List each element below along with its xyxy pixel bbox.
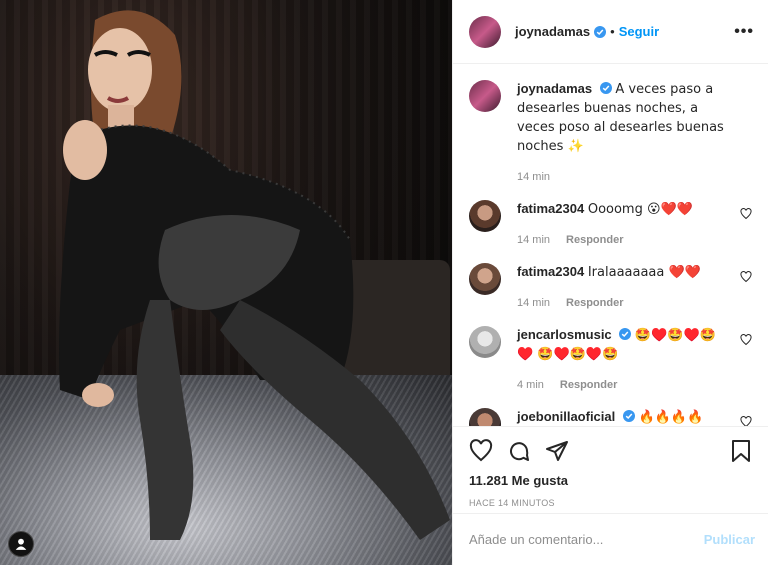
commenter-avatar[interactable] xyxy=(469,263,501,295)
share-icon[interactable] xyxy=(545,439,569,463)
post-timestamp[interactable]: HACE 14 MINUTOS xyxy=(469,498,753,508)
verified-badge-icon xyxy=(594,25,607,38)
comment-time: 14 min xyxy=(517,234,551,246)
comment-text: 🔥🔥🔥🔥 xyxy=(638,410,704,425)
comment-icon[interactable] xyxy=(507,439,531,463)
comment-composer: Publicar xyxy=(453,513,768,565)
comment-item: jencarlosmusic 🤩♥️🤩♥️🤩♥️ 🤩♥️🤩♥️🤩 4 min Re… xyxy=(469,326,752,394)
bookmark-icon[interactable] xyxy=(729,439,753,463)
comment-time: 14 min xyxy=(517,297,551,309)
verified-badge-icon xyxy=(619,328,632,340)
comment-item: fatima2304 Oooomg 😮❤️❤️ 14 min Responder xyxy=(469,200,752,249)
verified-badge-icon xyxy=(622,410,635,422)
comment-time: 4 min xyxy=(517,379,544,391)
separator-dot: • xyxy=(610,24,615,39)
caption: joynadamas A veces paso a desearles buen… xyxy=(469,80,752,186)
post-sidebar: joynadamas • Seguir ••• joynadamas A vec… xyxy=(452,0,768,565)
publish-button[interactable]: Publicar xyxy=(704,532,755,547)
more-options-icon[interactable]: ••• xyxy=(734,23,754,41)
comment-username[interactable]: fatima2304 xyxy=(517,201,584,216)
comment-text: Iralaaaaaaa ❤️❤️ xyxy=(587,265,701,280)
commenter-avatar[interactable] xyxy=(469,200,501,232)
heart-icon[interactable] xyxy=(740,208,752,220)
comment-username[interactable]: joebonillaoficial xyxy=(517,409,615,424)
comments-list[interactable]: joynadamas A veces paso a desearles buen… xyxy=(453,64,768,426)
woman-figure xyxy=(59,10,450,540)
verified-badge-icon xyxy=(599,82,612,94)
author-username[interactable]: joynadamas xyxy=(515,24,590,39)
heart-icon[interactable] xyxy=(740,416,752,426)
comment-username[interactable]: fatima2304 xyxy=(517,264,584,279)
post-actions: 11.281 Me gusta HACE 14 MINUTOS xyxy=(453,426,768,508)
caption-time: 14 min xyxy=(517,171,551,183)
comment-username[interactable]: jencarlosmusic xyxy=(517,327,612,342)
follow-button[interactable]: Seguir xyxy=(619,24,659,39)
post-header: joynadamas • Seguir ••• xyxy=(453,0,768,64)
comment-text: Oooomg 😮❤️❤️ xyxy=(587,202,693,217)
comment-input[interactable] xyxy=(469,532,704,547)
reply-button[interactable]: Responder xyxy=(566,234,623,246)
heart-icon[interactable] xyxy=(469,439,493,463)
commenter-avatar[interactable] xyxy=(469,408,501,426)
user-icon xyxy=(15,538,27,550)
reply-button[interactable]: Responder xyxy=(566,297,623,309)
reply-button[interactable]: Responder xyxy=(560,379,617,391)
likes-count[interactable]: 11.281 Me gusta xyxy=(469,473,753,488)
commenter-avatar[interactable] xyxy=(469,326,501,358)
comment-item: joebonillaoficial 🔥🔥🔥🔥 xyxy=(469,408,752,426)
heart-icon[interactable] xyxy=(740,271,752,283)
user-tag-button[interactable] xyxy=(8,531,34,557)
comment-item: fatima2304 Iralaaaaaaa ❤️❤️ 14 min Respon… xyxy=(469,263,752,312)
post-image[interactable] xyxy=(0,0,452,565)
author-avatar[interactable] xyxy=(469,15,501,48)
caption-username[interactable]: joynadamas xyxy=(517,81,592,96)
caption-avatar[interactable] xyxy=(469,80,501,112)
heart-icon[interactable] xyxy=(740,334,752,346)
